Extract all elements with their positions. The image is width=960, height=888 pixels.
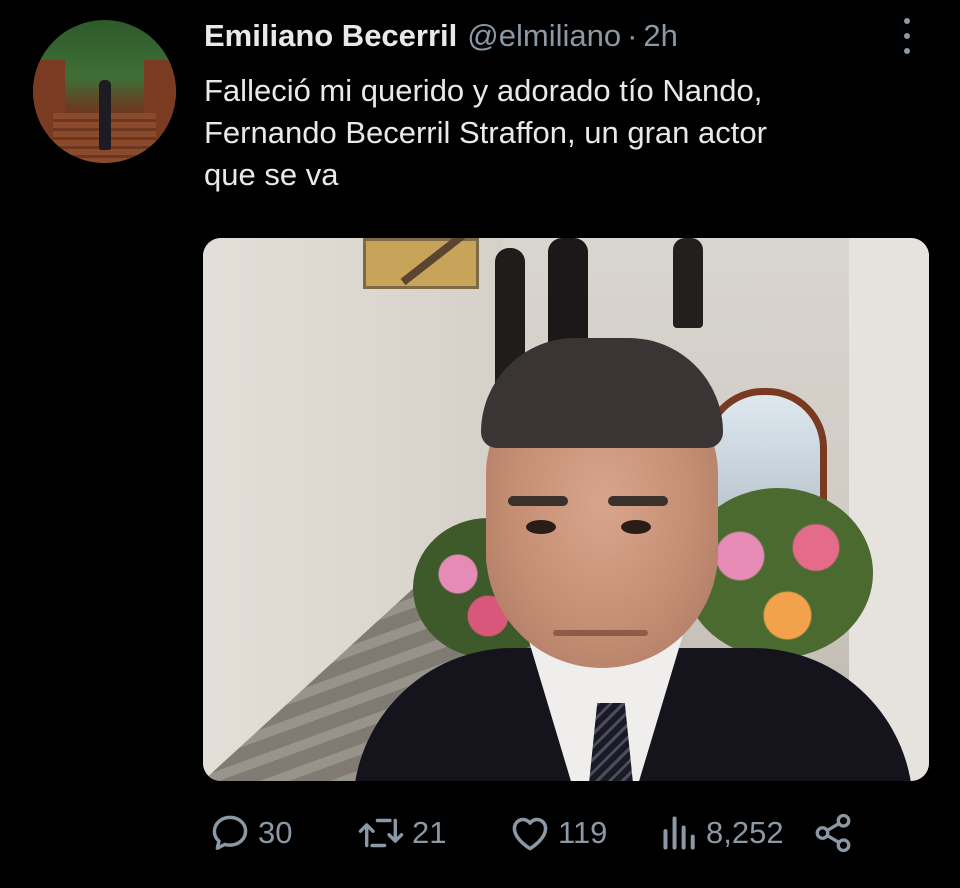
author-handle[interactable]: @elmiliano	[467, 18, 621, 54]
retweet-button[interactable]: 21	[356, 808, 446, 858]
separator-dot: ·	[627, 18, 638, 53]
views-button[interactable]: 8,252	[660, 808, 784, 858]
more-options-icon[interactable]	[896, 18, 918, 54]
photo-mouth	[553, 630, 648, 636]
photo-eyebrow	[508, 496, 568, 506]
tweet-text: Falleció mi querido y adorado tío Nando,…	[204, 73, 767, 192]
share-icon	[815, 813, 851, 853]
photo-eye	[621, 520, 651, 534]
like-button[interactable]: 119	[508, 808, 607, 858]
more-dot	[904, 48, 910, 54]
more-dot	[904, 33, 910, 39]
reply-button[interactable]: 30	[208, 808, 292, 858]
author-name[interactable]: Emiliano Becerril	[204, 18, 457, 54]
like-count: 119	[558, 815, 608, 850]
retweet-count: 21	[412, 815, 447, 850]
photo-background-figure	[673, 238, 703, 328]
photo-eye	[526, 520, 556, 534]
heart-icon	[512, 817, 548, 851]
photo-eyebrow	[608, 496, 668, 506]
views-chart-icon	[663, 816, 695, 850]
tweet-time[interactable]: 2h	[643, 18, 677, 54]
reply-count: 30	[258, 815, 293, 850]
avatar-person	[99, 80, 111, 150]
views-count: 8,252	[706, 815, 784, 850]
reply-icon	[212, 815, 248, 850]
avatar[interactable]	[33, 20, 176, 163]
tweet-header: Emiliano Becerril @elmiliano · 2h	[204, 14, 678, 58]
retweet-icon	[358, 818, 404, 848]
share-button[interactable]	[812, 808, 854, 858]
tweet-actions: 30 21 119 8,252	[208, 808, 868, 858]
more-dot	[904, 18, 910, 24]
tweet-photo[interactable]	[203, 238, 929, 781]
